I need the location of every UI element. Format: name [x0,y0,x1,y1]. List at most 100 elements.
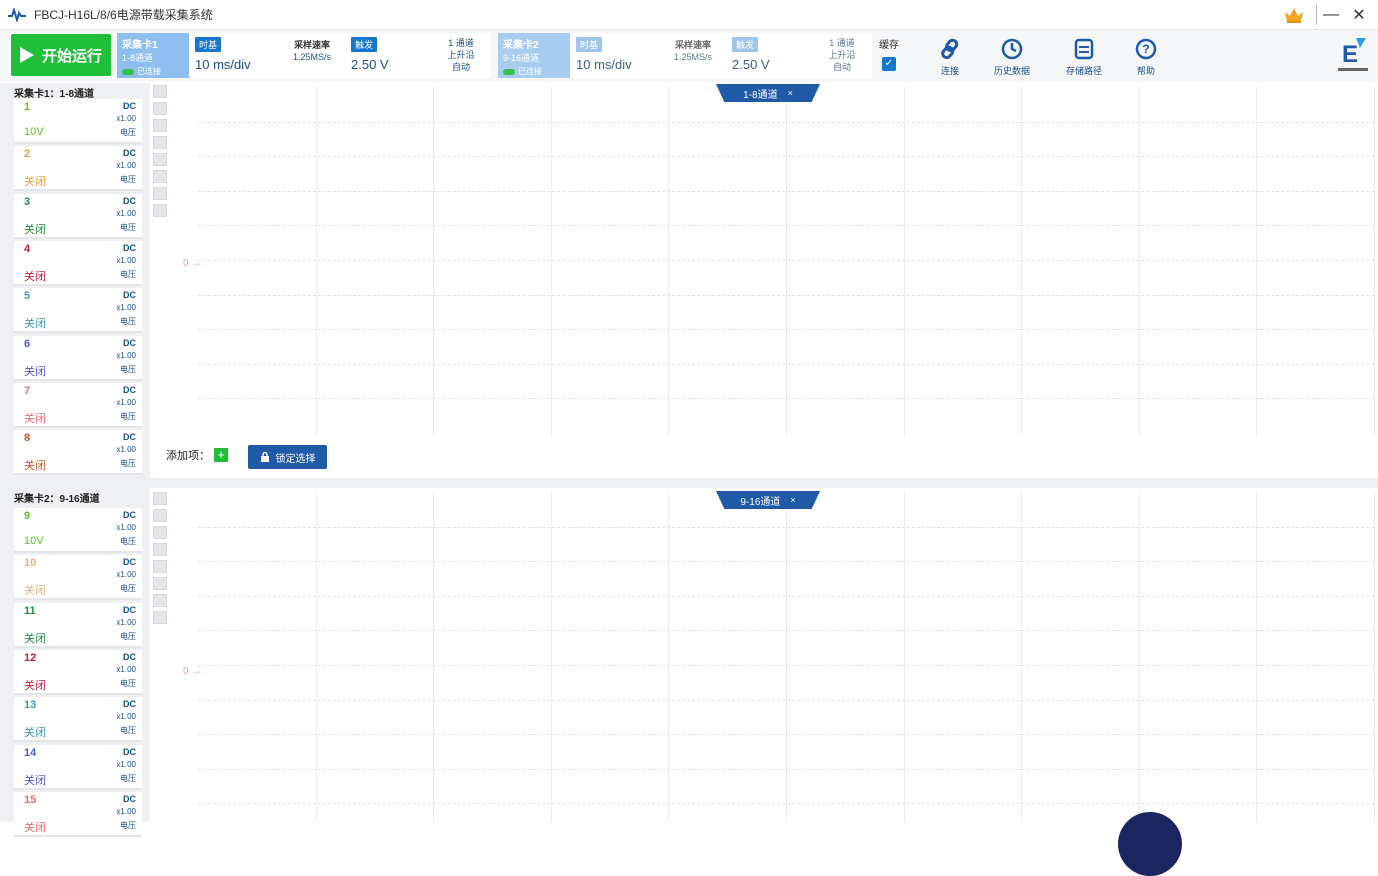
probe-ratio[interactable]: x1.00 [116,618,136,627]
channel-item[interactable]: 5 关闭 DC x1.00 电压 [14,288,142,334]
probe-ratio[interactable]: x1.00 [116,303,136,312]
measure-type[interactable]: 电压 [120,127,136,138]
coupling-dc[interactable]: DC [123,699,136,709]
probe-ratio[interactable]: x1.00 [116,760,136,769]
channel-item[interactable]: 13 关闭 DC x1.00 电压 [14,697,142,743]
channel-state[interactable]: 关闭 [24,582,46,598]
card1-channel-tab[interactable]: 1-8通道 × [716,84,820,102]
channel-item[interactable]: 9 10V DC x1.00 电压 [14,508,142,553]
channel-item[interactable]: 7 关闭 DC x1.00 电压 [14,382,142,428]
trace-toggle-square[interactable] [153,594,167,607]
channel-state[interactable]: 关闭 [24,630,46,646]
trace-toggle-square[interactable] [153,170,167,183]
card1-header[interactable]: 采集卡1 1-8通道 已连接 [117,33,189,78]
card1-tab-close-icon[interactable]: × [788,88,793,98]
coupling-dc[interactable]: DC [123,338,136,348]
coupling-dc[interactable]: DC [123,510,136,520]
channel-state[interactable]: 关闭 [24,268,46,284]
channel-item[interactable]: 4 关闭 DC x1.00 电压 [14,240,142,286]
channel-state[interactable]: 关闭 [24,724,46,740]
coupling-dc[interactable]: DC [123,605,136,615]
trace-toggle-square[interactable] [153,560,167,573]
measure-type[interactable]: 电压 [120,583,136,594]
close-button[interactable]: ✕ [1344,0,1374,30]
coupling-dc[interactable]: DC [123,148,136,158]
card1-zero-marker[interactable]: 0 → [183,258,201,269]
channel-state[interactable]: 10V [24,535,44,547]
add-item-button[interactable]: + [214,448,228,462]
channel-state[interactable]: 关闭 [24,173,46,189]
card1-trigger-options[interactable]: 1 通道 上升沿 自动 [433,33,489,78]
channel-item[interactable]: 8 关闭 DC x1.00 电压 [14,430,142,476]
trace-toggle-square[interactable] [153,611,167,624]
trace-toggle-square[interactable] [153,492,167,505]
coupling-dc[interactable]: DC [123,557,136,567]
measure-type[interactable]: 电压 [120,458,136,469]
measure-type[interactable]: 电压 [120,174,136,185]
probe-ratio[interactable]: x1.00 [116,351,136,360]
cache-toggle[interactable]: 缓存 ✓ [876,36,902,71]
measure-type[interactable]: 电压 [120,536,136,547]
start-run-button[interactable]: 开始运行 [11,34,111,76]
channel-item[interactable]: 14 关闭 DC x1.00 电压 [14,744,142,790]
crown-icon[interactable] [1283,6,1305,24]
measure-type[interactable]: 电压 [120,411,136,422]
minimize-button[interactable]: — [1316,0,1346,30]
measure-type[interactable]: 电压 [120,773,136,784]
probe-ratio[interactable]: x1.00 [116,445,136,454]
channel-state[interactable]: 关闭 [24,410,46,426]
probe-ratio[interactable]: x1.00 [116,712,136,721]
coupling-dc[interactable]: DC [123,432,136,442]
probe-ratio[interactable]: x1.00 [116,807,136,816]
card2-tab-close-icon[interactable]: × [790,495,795,505]
measure-type[interactable]: 电压 [120,269,136,280]
connect-button[interactable]: 连接 [920,38,980,77]
card2-zero-marker[interactable]: 0 → [183,666,201,677]
channel-state[interactable]: 关闭 [24,363,46,379]
measure-type[interactable]: 电压 [120,222,136,233]
measure-type[interactable]: 电压 [120,678,136,689]
cache-checkbox[interactable]: ✓ [882,57,896,71]
measure-type[interactable]: 电压 [120,725,136,736]
trace-toggle-square[interactable] [153,187,167,200]
card2-timebase[interactable]: 时基 10 ms/div [576,33,656,78]
trace-toggle-square[interactable] [153,85,167,98]
card2-trigger[interactable]: 触发 2.50 V [732,33,802,78]
card2-channel-tab[interactable]: 9-16通道 × [716,491,820,509]
storage-path-button[interactable]: 存储路径 [1054,38,1114,77]
lock-selection-button[interactable]: 锁定选择 [248,445,327,469]
measure-type[interactable]: 电压 [120,820,136,831]
coupling-dc[interactable]: DC [123,385,136,395]
trace-toggle-square[interactable] [153,204,167,217]
help-button[interactable]: ? 帮助 [1116,38,1176,77]
measure-type[interactable]: 电压 [120,631,136,642]
channel-state[interactable]: 关闭 [24,819,46,835]
channel-item[interactable]: 3 关闭 DC x1.00 电压 [14,193,142,239]
card2-sample-rate[interactable]: 采样速率 1.25MS/s [658,33,728,78]
trace-toggle-square[interactable] [153,543,167,556]
channel-item[interactable]: 11 关闭 DC x1.00 电压 [14,602,142,648]
probe-ratio[interactable]: x1.00 [116,209,136,218]
card1-waveform-plot[interactable] [198,87,1375,435]
channel-state[interactable]: 关闭 [24,315,46,331]
coupling-dc[interactable]: DC [123,243,136,253]
card2-waveform-plot[interactable] [198,492,1375,822]
channel-state[interactable]: 关闭 [24,457,46,473]
measure-type[interactable]: 电压 [120,316,136,327]
channel-item[interactable]: 6 关闭 DC x1.00 电压 [14,335,142,381]
card1-trigger[interactable]: 触发 2.50 V [351,33,421,78]
trace-toggle-square[interactable] [153,153,167,166]
probe-ratio[interactable]: x1.00 [116,161,136,170]
coupling-dc[interactable]: DC [123,652,136,662]
channel-state[interactable]: 关闭 [24,677,46,693]
card2-header[interactable]: 采集卡2 9-16通道 已连接 [498,33,570,78]
channel-item[interactable]: 15 关闭 DC x1.00 电压 [14,791,142,837]
probe-ratio[interactable]: x1.00 [116,256,136,265]
coupling-dc[interactable]: DC [123,196,136,206]
history-data-button[interactable]: 历史数据 [982,38,1042,77]
measure-type[interactable]: 电压 [120,364,136,375]
card2-trigger-options[interactable]: 1 通道 上升沿 自动 [814,33,870,78]
channel-item[interactable]: 12 关闭 DC x1.00 电压 [14,649,142,695]
card1-sample-rate[interactable]: 采样速率 1.25MS/s [277,33,347,78]
channel-item[interactable]: 10 关闭 DC x1.00 电压 [14,555,142,601]
